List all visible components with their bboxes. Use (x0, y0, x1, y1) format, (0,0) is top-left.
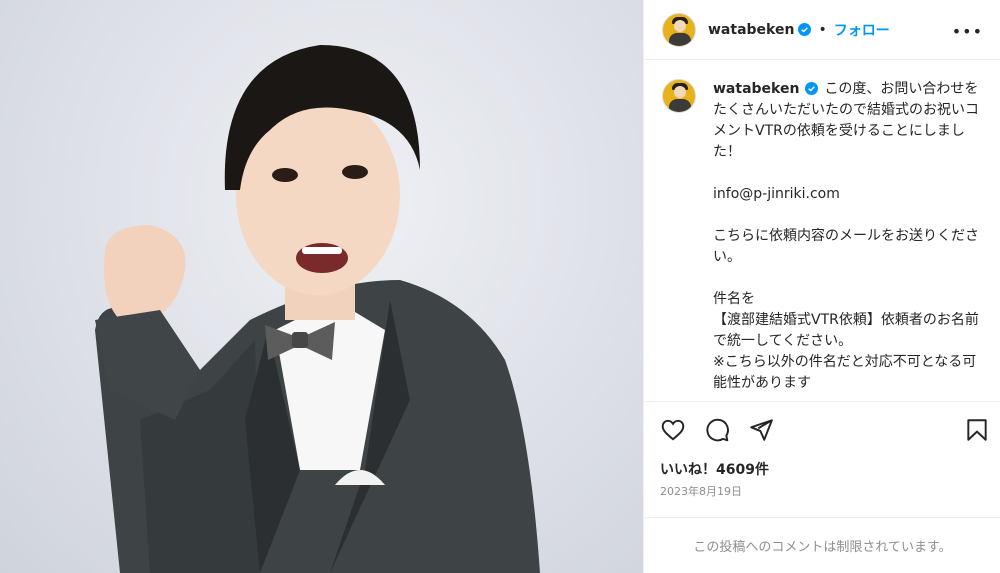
bookmark-icon[interactable] (964, 417, 990, 443)
paper-plane-icon[interactable] (748, 417, 774, 443)
post-details-panel: watabeken • フォロー ••• watabeken この度、お問い合わせ… (643, 0, 1000, 573)
author-avatar[interactable] (662, 12, 696, 47)
post-date[interactable]: 2023年8月19日 (660, 483, 742, 499)
more-horizontal-icon[interactable]: ••• (952, 22, 983, 41)
post-header: watabeken • フォロー ••• (644, 0, 1000, 60)
post-caption: watabeken この度、お問い合わせをたくさんいただいたので結婚式のお祝いコメ… (713, 79, 985, 394)
caption-text: この度、お問い合わせをたくさんいただいたので結婚式のお祝いコメントVTRの依頼を… (713, 81, 979, 391)
author-username[interactable]: watabeken (708, 22, 794, 38)
caption-author-avatar[interactable] (662, 79, 696, 113)
post-photo[interactable] (0, 0, 643, 573)
like-count[interactable]: いいね！4609件 (660, 459, 769, 479)
post-actions: いいね！4609件 2023年8月19日 (644, 401, 1000, 516)
caption-author-username[interactable]: watabeken (713, 81, 799, 97)
caption-section: watabeken この度、お問い合わせをたくさんいただいたので結婚式のお祝いコメ… (644, 61, 1000, 401)
comments-disabled-notice: この投稿へのコメントは制限されています。 (644, 517, 1000, 573)
comment-icon[interactable] (704, 417, 730, 443)
post-photo-illustration (95, 45, 540, 573)
header-separator: • (818, 21, 827, 38)
follow-button[interactable]: フォロー (834, 20, 890, 40)
heart-icon[interactable] (660, 417, 686, 443)
verified-badge-icon (798, 23, 812, 36)
verified-badge-icon (805, 82, 819, 95)
